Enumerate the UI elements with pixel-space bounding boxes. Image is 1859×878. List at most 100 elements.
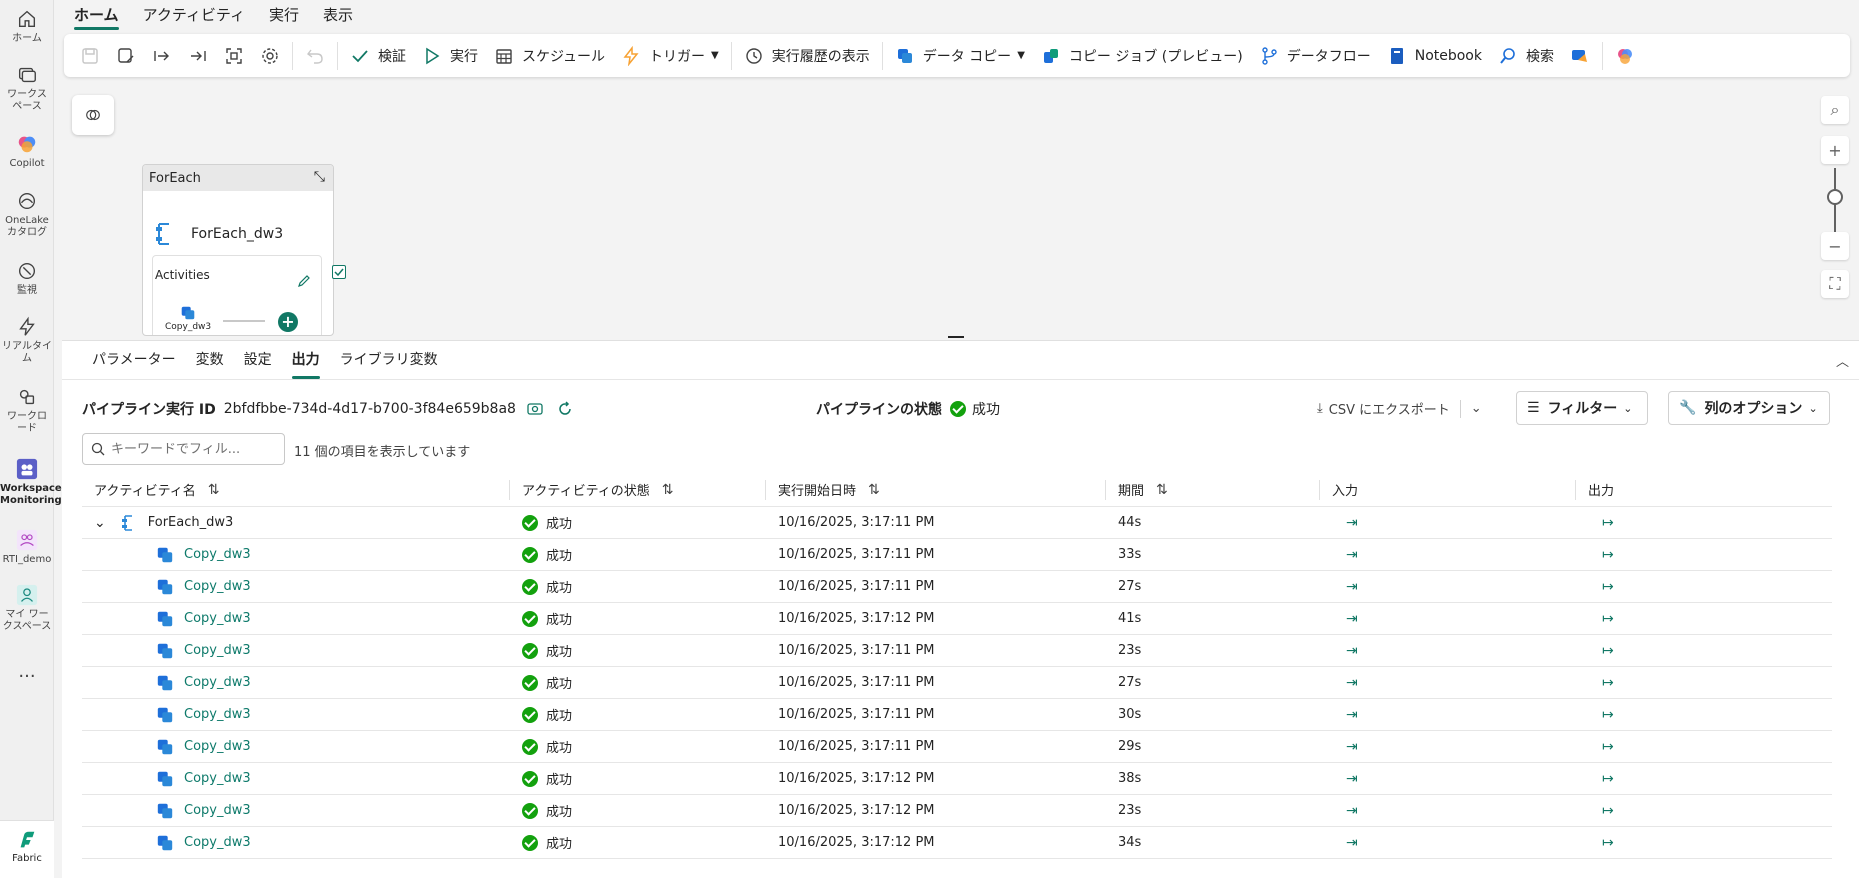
output-icon[interactable]: ↦ bbox=[1588, 739, 1614, 755]
rail-item-home[interactable]: ホーム bbox=[0, 8, 54, 45]
schedule-button[interactable]: スケジュール bbox=[486, 39, 613, 73]
copy-id-icon[interactable] bbox=[526, 401, 544, 417]
add-activity-icon[interactable]: + bbox=[278, 312, 298, 332]
dataflow-button[interactable]: データフロー bbox=[1251, 39, 1379, 73]
input-icon[interactable]: ⇥ bbox=[1332, 771, 1358, 787]
tab-home[interactable]: ホーム bbox=[62, 0, 131, 30]
column-options-button[interactable]: 🔧 列のオプション ⌄ bbox=[1668, 391, 1830, 425]
rail-more-button[interactable]: ... bbox=[0, 663, 54, 681]
trigger-button[interactable]: トリガー ▼ bbox=[613, 39, 727, 73]
move-end-button[interactable] bbox=[180, 39, 216, 73]
foreach-activity-card[interactable]: ForEach ⤡ ForEach_dw3 Activities Copy_dw… bbox=[142, 164, 334, 336]
tab-run[interactable]: 実行 bbox=[257, 0, 311, 30]
table-row[interactable]: Copy_dw3 成功 10/16/2025, 3:17:12 PM 34s ⇥… bbox=[82, 827, 1832, 859]
col-header-duration[interactable]: 期間 ⇅ bbox=[1106, 479, 1320, 500]
table-row[interactable]: ⌄ ForEach_dw3 成功 10/16/2025, 3:17:11 PM … bbox=[82, 507, 1832, 539]
rail-item-my-workspace[interactable]: マイ ワークスペース bbox=[0, 584, 54, 633]
activity-name-link[interactable]: Copy_dw3 bbox=[184, 739, 251, 754]
validate-button[interactable]: 検証 bbox=[342, 39, 414, 73]
rail-item-workspaces[interactable]: ワークスペース bbox=[0, 64, 54, 113]
chevron-down-icon[interactable]: ⌄ bbox=[94, 515, 106, 531]
input-icon[interactable]: ⇥ bbox=[1332, 611, 1358, 627]
rail-item-onelake[interactable]: OneLake カタログ bbox=[0, 190, 54, 239]
panel-resize-handle[interactable] bbox=[948, 336, 964, 338]
zoom-in-icon[interactable]: + bbox=[1821, 136, 1849, 164]
search-button[interactable]: 検索 bbox=[1490, 39, 1562, 73]
output-icon[interactable]: ↦ bbox=[1588, 579, 1614, 595]
tab-activities[interactable]: アクティビティ bbox=[131, 0, 257, 30]
activity-name-link[interactable]: Copy_dw3 bbox=[184, 579, 251, 594]
undo-button[interactable] bbox=[297, 39, 333, 73]
table-row[interactable]: Copy_dw3 成功 10/16/2025, 3:17:11 PM 27s ⇥… bbox=[82, 571, 1832, 603]
filter-button[interactable]: ☰ フィルター ⌄ bbox=[1516, 391, 1648, 425]
chevron-up-icon[interactable]: ︿ bbox=[1836, 351, 1849, 370]
col-header-activity-name[interactable]: アクティビティ名 ⇅ bbox=[82, 479, 510, 500]
tab-parameters[interactable]: パラメーター bbox=[82, 341, 186, 379]
table-row[interactable]: Copy_dw3 成功 10/16/2025, 3:17:11 PM 27s ⇥… bbox=[82, 667, 1832, 699]
copilot-button[interactable] bbox=[1607, 39, 1643, 73]
collapse-icon[interactable]: ⤡ bbox=[314, 169, 325, 185]
canvas-search-icon[interactable]: ⌕ bbox=[1821, 96, 1849, 124]
output-icon[interactable]: ↦ bbox=[1588, 803, 1614, 819]
settings-button[interactable] bbox=[252, 39, 288, 73]
zoom-out-icon[interactable]: − bbox=[1821, 232, 1849, 260]
input-icon[interactable]: ⇥ bbox=[1332, 643, 1358, 659]
save-button[interactable] bbox=[72, 39, 108, 73]
rail-item-rti-demo[interactable]: RTI_demo bbox=[0, 529, 54, 566]
activity-name-link[interactable]: Copy_dw3 bbox=[184, 547, 251, 562]
keyword-filter-field[interactable] bbox=[82, 433, 285, 465]
output-icon[interactable]: ↦ bbox=[1588, 611, 1614, 627]
table-row[interactable]: Copy_dw3 成功 10/16/2025, 3:17:12 PM 41s ⇥… bbox=[82, 603, 1832, 635]
tab-view[interactable]: 表示 bbox=[311, 0, 365, 30]
output-icon[interactable]: ↦ bbox=[1588, 643, 1614, 659]
success-checkbox[interactable] bbox=[332, 265, 346, 279]
tab-variables[interactable]: 変数 bbox=[186, 341, 234, 379]
input-icon[interactable]: ⇥ bbox=[1332, 707, 1358, 723]
pipeline-canvas[interactable]: ForEach ⤡ ForEach_dw3 Activities Copy_dw… bbox=[62, 84, 1859, 336]
tab-output[interactable]: 出力 bbox=[282, 341, 330, 379]
rail-item-workspace-monitoring[interactable]: Workspace Monitoring bbox=[0, 458, 62, 507]
activity-name-link[interactable]: Copy_dw3 bbox=[184, 675, 251, 690]
activity-name-link[interactable]: Copy_dw3 bbox=[184, 835, 251, 850]
output-icon[interactable]: ↦ bbox=[1588, 707, 1614, 723]
sort-icon[interactable]: ⇅ bbox=[208, 482, 220, 498]
data-copy-button[interactable]: データ コピー ▼ bbox=[887, 39, 1033, 73]
rail-item-monitor[interactable]: 監視 bbox=[0, 260, 54, 297]
run-history-button[interactable]: 実行履歴の表示 bbox=[736, 39, 878, 73]
run-button[interactable]: 実行 bbox=[414, 39, 486, 73]
sort-icon[interactable]: ⇅ bbox=[662, 482, 674, 498]
output-icon[interactable]: ↦ bbox=[1588, 547, 1614, 563]
output-icon[interactable]: ↦ bbox=[1588, 515, 1614, 531]
fit-button[interactable] bbox=[216, 39, 252, 73]
keyword-filter-input[interactable] bbox=[111, 441, 271, 457]
sort-icon[interactable]: ⇅ bbox=[868, 482, 880, 498]
table-row[interactable]: Copy_dw3 成功 10/16/2025, 3:17:11 PM 30s ⇥… bbox=[82, 699, 1832, 731]
col-header-run-start[interactable]: 実行開始日時 ⇅ bbox=[766, 479, 1106, 500]
output-icon[interactable]: ↦ bbox=[1588, 771, 1614, 787]
input-icon[interactable]: ⇥ bbox=[1332, 579, 1358, 595]
fit-to-screen-icon[interactable]: ⛶ bbox=[1821, 270, 1849, 298]
move-right-button[interactable] bbox=[144, 39, 180, 73]
export-csv-button[interactable]: ⤓ CSV にエクスポート ⌄ bbox=[1317, 399, 1482, 418]
activity-name-link[interactable]: Copy_dw3 bbox=[184, 707, 251, 722]
input-icon[interactable]: ⇥ bbox=[1332, 515, 1358, 531]
pencil-icon[interactable] bbox=[297, 274, 311, 291]
table-row[interactable]: Copy_dw3 成功 10/16/2025, 3:17:11 PM 29s ⇥… bbox=[82, 731, 1832, 763]
table-row[interactable]: Copy_dw3 成功 10/16/2025, 3:17:11 PM 33s ⇥… bbox=[82, 539, 1832, 571]
activity-name-link[interactable]: Copy_dw3 bbox=[184, 643, 251, 658]
refresh-icon[interactable] bbox=[556, 400, 574, 418]
sort-icon[interactable]: ⇅ bbox=[1156, 482, 1168, 498]
inner-copy-activity[interactable]: Copy_dw3 bbox=[165, 304, 211, 332]
copy-job-button[interactable]: コピー ジョブ (プレビュー) bbox=[1033, 39, 1251, 73]
rail-item-copilot[interactable]: Copilot bbox=[0, 133, 54, 170]
table-row[interactable]: Copy_dw3 成功 10/16/2025, 3:17:12 PM 38s ⇥… bbox=[82, 763, 1832, 795]
output-icon[interactable]: ↦ bbox=[1588, 835, 1614, 851]
input-icon[interactable]: ⇥ bbox=[1332, 675, 1358, 691]
save-as-button[interactable] bbox=[108, 39, 144, 73]
input-icon[interactable]: ⇥ bbox=[1332, 547, 1358, 563]
table-row[interactable]: Copy_dw3 成功 10/16/2025, 3:17:12 PM 23s ⇥… bbox=[82, 795, 1832, 827]
teams-button[interactable] bbox=[1562, 39, 1598, 73]
zoom-slider-thumb[interactable] bbox=[1827, 189, 1843, 205]
activity-name-link[interactable]: Copy_dw3 bbox=[184, 771, 251, 786]
canvas-copilot-button[interactable] bbox=[72, 95, 114, 135]
